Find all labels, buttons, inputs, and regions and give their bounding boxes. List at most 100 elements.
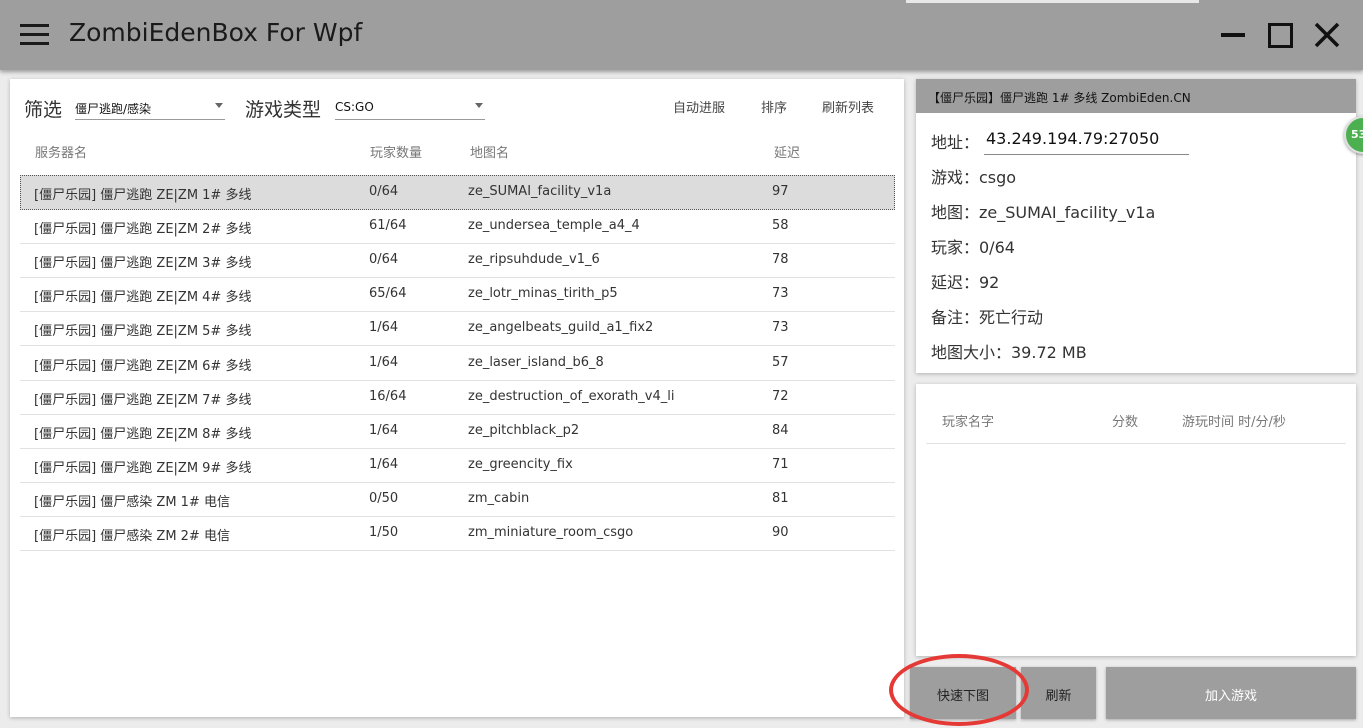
filter-label: 筛选 [24,99,63,121]
server-name-cell: [僵尸乐园] 僵尸逃跑 ZE|ZM 8# 多线 [34,426,252,442]
players-info: 玩家：0/64 [931,238,1015,257]
address-field[interactable]: 43.249.194.79:27050 [984,126,1189,155]
map-name-cell: ze_SUMAI_facility_v1a [468,184,612,199]
ping-cell: 78 [772,252,789,268]
server-name-cell: [僵尸乐园] 僵尸逃跑 ZE|ZM 9# 多线 [34,460,252,476]
column-header-players[interactable]: 玩家数量 [370,142,422,161]
ping-cell: 73 [772,320,789,336]
players-cell: 1/64 [369,422,399,438]
maximize-icon[interactable] [1264,18,1298,52]
note-info: 备注：死亡行动 [931,308,1044,327]
game-type-label: 游戏类型 [245,99,322,121]
app-title: ZombiEdenBox For Wpf [69,18,363,47]
player-score-header[interactable]: 分数 [1112,411,1138,430]
players-cell: 1/64 [369,354,399,370]
title-bar: ZombiEdenBox For Wpf [0,0,1363,70]
refresh-list-button[interactable]: 刷新列表 [822,97,874,116]
ping-cell: 97 [772,184,789,199]
refresh-label: 刷新 [1045,689,1072,704]
ping-cell: 57 [772,354,789,370]
ping-cell: 81 [772,490,789,506]
player-name-header[interactable]: 玩家名字 [942,411,994,430]
table-row[interactable]: [僵尸乐园] 僵尸逃跑 ZE|ZM 2# 多线 61/64 ze_undersea_… [20,209,895,245]
filter-dropdown[interactable]: 僵尸逃跑/感染 [75,93,225,120]
ping-cell: 72 [772,388,789,404]
players-cell: 65/64 [369,286,407,302]
minimize-icon[interactable] [1217,18,1251,52]
player-list-header: 玩家名字 分数 游玩时间 时/分/秒 [926,384,1346,444]
address-label: 地址： [931,133,980,152]
map-name-cell: ze_ripsuhdude_v1_6 [468,252,600,268]
map-name-cell: zm_miniature_room_csgo [468,525,634,540]
table-row[interactable]: [僵尸乐园] 僵尸逃跑 ZE|ZM 9# 多线 1/64 ze_greencity_… [20,448,895,483]
server-name-cell: [僵尸乐园] 僵尸逃跑 ZE|ZM 5# 多线 [34,324,252,340]
server-name-cell: [僵尸乐园] 僵尸感染 ZM 2# 电信 [34,529,230,544]
address-value: 43.249.194.79:27050 [986,129,1160,148]
quick-download-label: 快速下图 [936,689,989,704]
ping-cell: 84 [772,422,789,438]
chevron-down-icon [475,103,483,108]
table-row[interactable]: [僵尸乐园] 僵尸逃跑 ZE|ZM 7# 多线 16/64 ze_destructi… [20,380,895,415]
column-header-map[interactable]: 地图名 [470,142,509,161]
table-row[interactable]: [僵尸乐园] 僵尸逃跑 ZE|ZM 1# 多线 0/64 ze_SUMAI_faci… [20,175,895,210]
players-cell: 0/64 [369,252,399,268]
server-info-panel: 【僵尸乐园】僵尸逃跑 1# 多线 ZombiEden.CN 地址： 43.249… [916,79,1356,373]
hamburger-menu-icon[interactable] [20,24,49,46]
table-row[interactable]: [僵尸乐园] 僵尸逃跑 ZE|ZM 3# 多线 0/64 ze_ripsuhdude… [20,243,895,279]
chevron-down-icon [215,103,223,108]
map-info: 地图：ze_SUMAI_facility_v1a [931,203,1156,222]
server-name-cell: [僵尸乐园] 僵尸逃跑 ZE|ZM 7# 多线 [34,392,252,408]
server-name-cell: [僵尸乐园] 僵尸逃跑 ZE|ZM 4# 多线 [34,290,252,306]
ping-cell: 90 [772,525,789,540]
players-cell: 1/64 [369,456,399,472]
map-name-cell: ze_destruction_of_exorath_v4_li [468,388,675,404]
refresh-button[interactable]: 刷新 [1021,667,1096,719]
players-cell: 0/50 [369,490,399,506]
player-time-header[interactable]: 游玩时间 时/分/秒 [1182,411,1286,430]
map-name-cell: zm_cabin [468,490,530,506]
column-header-ping[interactable]: 延迟 [774,142,800,161]
ping-cell: 73 [772,286,789,302]
table-row[interactable]: [僵尸乐园] 僵尸感染 ZM 1# 电信 0/50 zm_cabin 81 [20,482,895,517]
map-name-cell: ze_undersea_temple_a4_4 [468,218,640,234]
game-info: 游戏：csgo [931,168,1017,187]
map-name-cell: ze_lotr_minas_tirith_p5 [468,286,618,302]
map-name-cell: ze_pitchblack_p2 [468,422,580,438]
map-size-info: 地图大小：39.72 MB [931,343,1087,362]
players-cell: 0/64 [369,184,399,199]
table-row[interactable]: [僵尸乐园] 僵尸感染 ZM 2# 电信 1/50 zm_miniature_roo… [20,516,895,551]
players-cell: 1/50 [369,525,399,540]
quick-download-button[interactable]: 快速下图 [910,667,1016,719]
title-bar-strip [906,0,1199,3]
server-name-cell: [僵尸乐园] 僵尸逃跑 ZE|ZM 2# 多线 [34,222,252,238]
server-name-cell: [僵尸乐园] 僵尸逃跑 ZE|ZM 3# 多线 [34,256,252,272]
game-type-value: CS:GO [335,100,374,114]
close-icon[interactable] [1310,18,1344,52]
ping-cell: 71 [772,456,789,472]
table-row[interactable]: [僵尸乐园] 僵尸逃跑 ZE|ZM 6# 多线 1/64 ze_laser_isla… [20,346,895,381]
join-game-label: 加入游戏 [1204,689,1257,704]
table-row[interactable]: [僵尸乐园] 僵尸逃跑 ZE|ZM 5# 多线 1/64 ze_angelbeats… [20,311,895,347]
join-game-button[interactable]: 加入游戏 [1106,667,1356,719]
table-row[interactable]: [僵尸乐园] 僵尸逃跑 ZE|ZM 8# 多线 1/64 ze_pitchblack… [20,414,895,449]
server-info-title: 【僵尸乐园】僵尸逃跑 1# 多线 ZombiEden.CN [928,91,1191,105]
status-badge-count: 53 [1351,128,1363,141]
server-name-cell: [僵尸乐园] 僵尸逃跑 ZE|ZM 1# 多线 [34,188,252,203]
players-cell: 1/64 [369,320,399,336]
server-name-cell: [僵尸乐园] 僵尸感染 ZM 1# 电信 [34,494,230,510]
players-cell: 16/64 [369,388,407,404]
map-name-cell: ze_greencity_fix [468,456,573,472]
map-name-cell: ze_laser_island_b6_8 [468,354,604,370]
ping-info: 延迟：92 [931,273,1000,292]
players-cell: 61/64 [369,218,407,234]
server-info-header: 【僵尸乐园】僵尸逃跑 1# 多线 ZombiEden.CN [916,79,1356,113]
sort-button[interactable]: 排序 [761,97,787,116]
column-header-name[interactable]: 服务器名 [35,142,87,161]
game-type-dropdown[interactable]: CS:GO [335,93,485,120]
server-list-panel: 筛选 僵尸逃跑/感染 游戏类型 CS:GO 自动进服 排序 刷新列表 服务器名 … [10,79,904,717]
table-row[interactable]: [僵尸乐园] 僵尸逃跑 ZE|ZM 4# 多线 65/64 ze_lotr_mina… [20,277,895,313]
ping-cell: 58 [772,218,789,234]
player-list-panel: 玩家名字 分数 游玩时间 时/分/秒 [916,384,1356,656]
auto-join-button[interactable]: 自动进服 [673,97,725,116]
filter-value: 僵尸逃跑/感染 [75,102,152,116]
